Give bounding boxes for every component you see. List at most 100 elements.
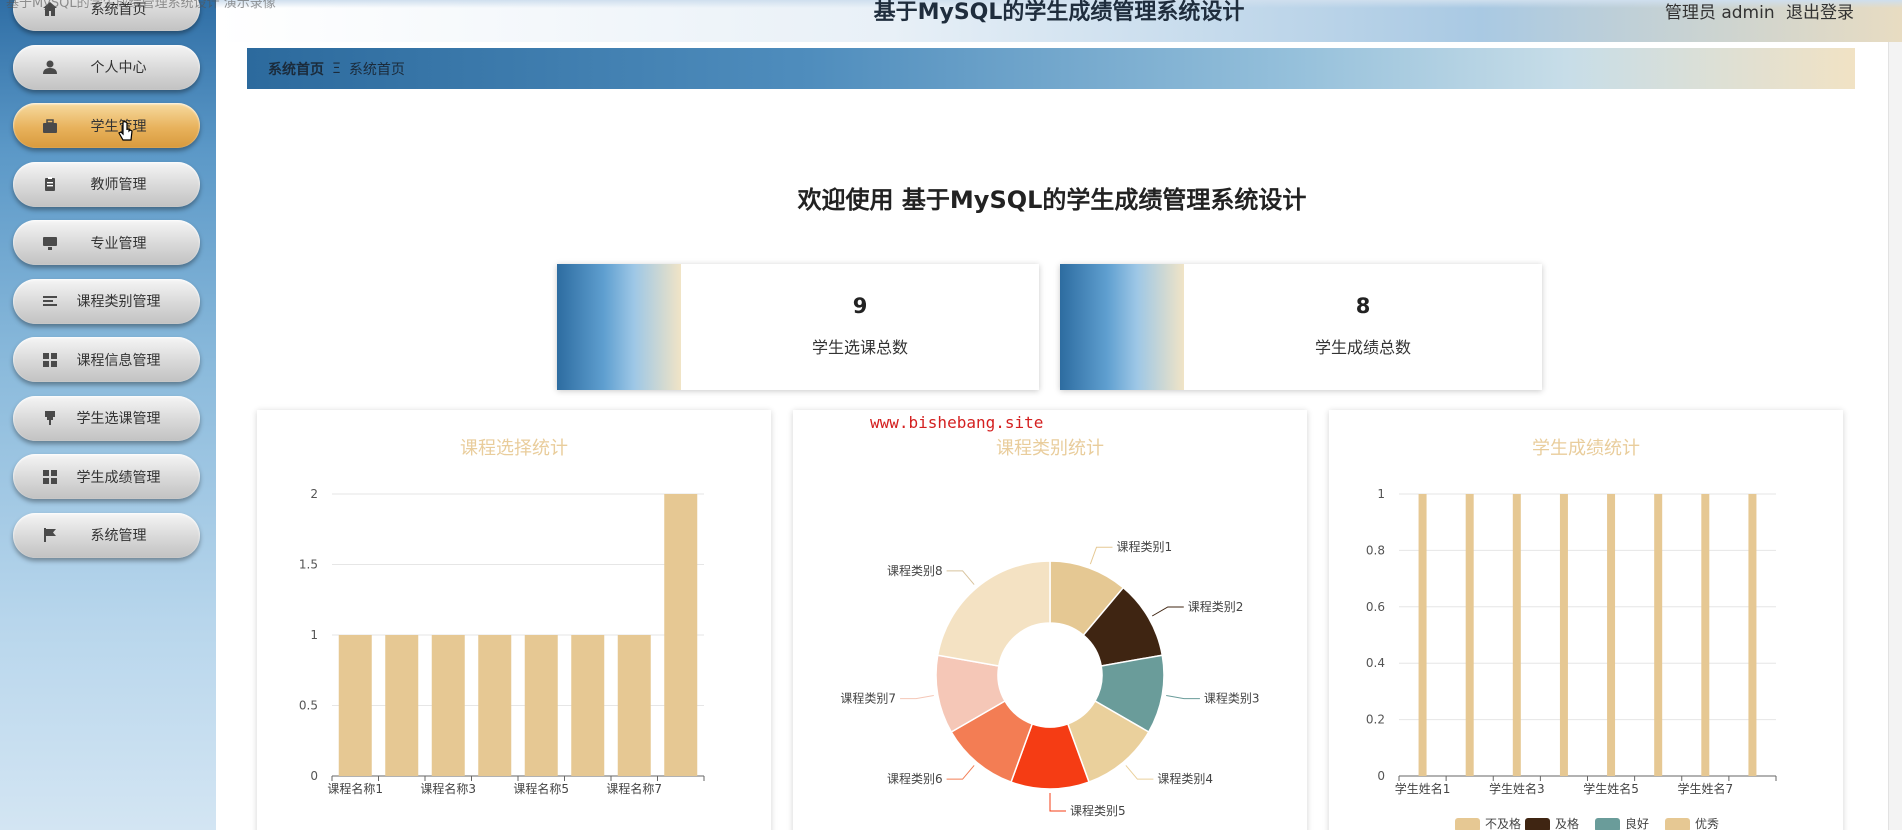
sidebar-item-label: 课程信息管理 <box>76 352 161 369</box>
label-leader-line <box>900 694 934 700</box>
window-title: 基于MySQL的学生成绩管理系统设计 演示录像 <box>6 0 276 11</box>
y-tick-label: 0.6 <box>1366 600 1385 614</box>
pie-slice <box>936 560 1051 667</box>
stat-card-gradient <box>1060 264 1184 390</box>
x-tick-label: 学生姓名3 <box>1489 781 1545 796</box>
bar <box>664 494 698 776</box>
y-tick-label: 0.5 <box>299 699 318 713</box>
legend-label: 优秀 <box>1695 817 1719 830</box>
sidebar-item-9[interactable]: 系统管理 <box>13 512 200 558</box>
breadcrumb-home-link[interactable]: 系统首页 <box>268 59 324 79</box>
bar <box>1654 494 1663 776</box>
watermark: www.bishebang.site <box>870 413 1044 432</box>
y-tick-label: 0.8 <box>1366 543 1385 557</box>
legend-swatch <box>1665 818 1690 830</box>
course-category-pie-chart: 课程类别1 课程类别2 课程类别3 课程类别4 课程类别5 课程类别6 课程类别7 课程类别8 <box>840 539 1260 818</box>
bar <box>431 635 465 776</box>
score-chart-panel: 学生成绩统计 0 0.2 0.4 0.6 0.8 1 学生姓名1 学生姓名3 学生姓名5 学生姓名… <box>1329 410 1843 830</box>
label-leader-line <box>1049 793 1066 812</box>
score-bar-chart: 0 0.2 0.4 0.6 0.8 1 学生姓名1 学生姓名3 学生姓名5 学生姓名7 不及格 及格 良… <box>1366 487 1777 830</box>
mouse-cursor-icon <box>118 121 133 141</box>
label-leader-line <box>1089 546 1113 565</box>
bar <box>524 635 558 776</box>
stat-card-score-records: 8 学生成绩总数 <box>1060 264 1542 390</box>
bar <box>1559 494 1568 776</box>
welcome-heading: 欢迎使用 基于MySQL的学生成绩管理系统设计 <box>797 186 1307 214</box>
sidebar-item-label: 系统管理 <box>90 528 147 544</box>
y-tick-label: 0.2 <box>1366 713 1385 727</box>
y-tick-label: 1 <box>1377 487 1385 501</box>
bar <box>338 635 372 776</box>
sidebar-item-label: 学生管理 <box>90 118 147 135</box>
sidebar-item-label: 个人中心 <box>90 60 147 76</box>
sidebar-item-label: 专业管理 <box>90 235 147 252</box>
sidebar-item-5[interactable]: 课程类别管理 <box>13 278 200 324</box>
legend-swatch <box>1455 818 1480 830</box>
system-title: 基于MySQL的学生成绩管理系统设计 <box>873 0 1245 25</box>
slice-label: 课程类别8 <box>887 563 943 578</box>
slice-label: 课程类别1 <box>1117 539 1173 554</box>
bar <box>1748 494 1757 776</box>
bar <box>478 635 512 776</box>
slice-label: 课程类别3 <box>1204 691 1260 706</box>
stat-card-course-selection: 9 学生选课总数 <box>557 264 1039 390</box>
x-tick-label: 课程名称3 <box>420 781 476 796</box>
breadcrumb-current: 系统首页 <box>348 61 405 78</box>
label-leader-line <box>946 570 975 585</box>
y-tick-label: 0.4 <box>1366 656 1385 670</box>
legend-label: 不及格 <box>1485 816 1521 830</box>
sidebar-item-label: 学生成绩管理 <box>76 469 161 486</box>
bar <box>1701 494 1710 776</box>
y-tick-label: 0 <box>310 769 318 783</box>
y-tick-label: 0 <box>1377 769 1385 783</box>
sidebar: 系统首页 个人中心 学生管理 教师管理 专业管理 课程类别管理 课程信息管理 学生选课管理 学生… <box>0 0 216 830</box>
sidebar-item-label: 学生选课管理 <box>76 411 161 427</box>
slice-label: 课程类别2 <box>1188 599 1244 614</box>
stat-value: 8 <box>1355 294 1371 318</box>
sidebar-item-4[interactable]: 专业管理 <box>13 220 200 265</box>
sidebar-item-6[interactable]: 课程信息管理 <box>13 337 200 382</box>
x-tick-label: 学生姓名5 <box>1583 781 1639 796</box>
course-selection-chart-panel: 课程选择统计 0 0.5 1 1.5 2 课程名称1 课程名称3 课程名称5 课程名称7 <box>257 410 771 830</box>
stat-card-gradient <box>557 264 681 390</box>
slice-label: 课程类别7 <box>840 691 896 706</box>
logout-link[interactable]: 退出登录 <box>1786 3 1854 23</box>
bar <box>1418 494 1427 776</box>
bar <box>617 635 651 776</box>
sidebar-item-8[interactable]: 学生成绩管理 <box>13 454 200 499</box>
sidebar-item-2[interactable]: 学生管理 <box>13 103 200 148</box>
x-tick-label: 学生姓名1 <box>1395 781 1451 796</box>
legend-swatch <box>1595 818 1620 830</box>
sidebar-item-3[interactable]: 教师管理 <box>13 161 200 207</box>
bar <box>385 635 419 776</box>
x-tick-label: 课程名称7 <box>606 781 662 796</box>
slice-label: 课程类别6 <box>887 771 943 786</box>
label-leader-line <box>946 765 975 780</box>
stat-value: 9 <box>852 294 868 318</box>
bar <box>1465 494 1474 776</box>
scrollbar[interactable] <box>1888 42 1902 830</box>
x-tick-label: 课程名称1 <box>327 781 383 796</box>
user-area: 管理员 admin 退出登录 <box>1659 2 1854 24</box>
bar <box>571 635 605 776</box>
x-tick-label: 课程名称5 <box>513 781 569 796</box>
stat-label: 学生成绩总数 <box>1314 338 1411 357</box>
sidebar-item-label: 课程类别管理 <box>76 294 161 310</box>
sidebar-item-7[interactable]: 学生选课管理 <box>13 395 200 441</box>
label-leader-line <box>1166 694 1200 700</box>
stat-label: 学生选课总数 <box>811 338 908 357</box>
sidebar-item-label: 教师管理 <box>90 177 147 193</box>
bar <box>1512 494 1521 776</box>
y-tick-label: 1 <box>310 628 318 642</box>
y-tick-label: 2 <box>310 487 318 501</box>
sidebar-item-1[interactable]: 个人中心 <box>13 44 200 90</box>
slice-label: 课程类别5 <box>1070 803 1126 818</box>
breadcrumb-separator: Ξ <box>332 60 341 77</box>
legend-swatch <box>1525 818 1550 830</box>
breadcrumb: 系统首页 Ξ 系统首页 <box>247 48 1855 89</box>
course-category-chart-panel: 课程类别统计 课程类别1 课程类别2 课程类别3 课程类别4 课程类别5 课程类别6 课程类… <box>793 410 1307 830</box>
current-user: 管理员 admin <box>1664 3 1775 23</box>
top-bar: 基于MySQL的学生成绩管理系统设计 管理员 admin 退出登录 <box>216 0 1902 42</box>
x-tick-label: 学生姓名7 <box>1677 781 1733 796</box>
slice-label: 课程类别4 <box>1157 771 1213 786</box>
